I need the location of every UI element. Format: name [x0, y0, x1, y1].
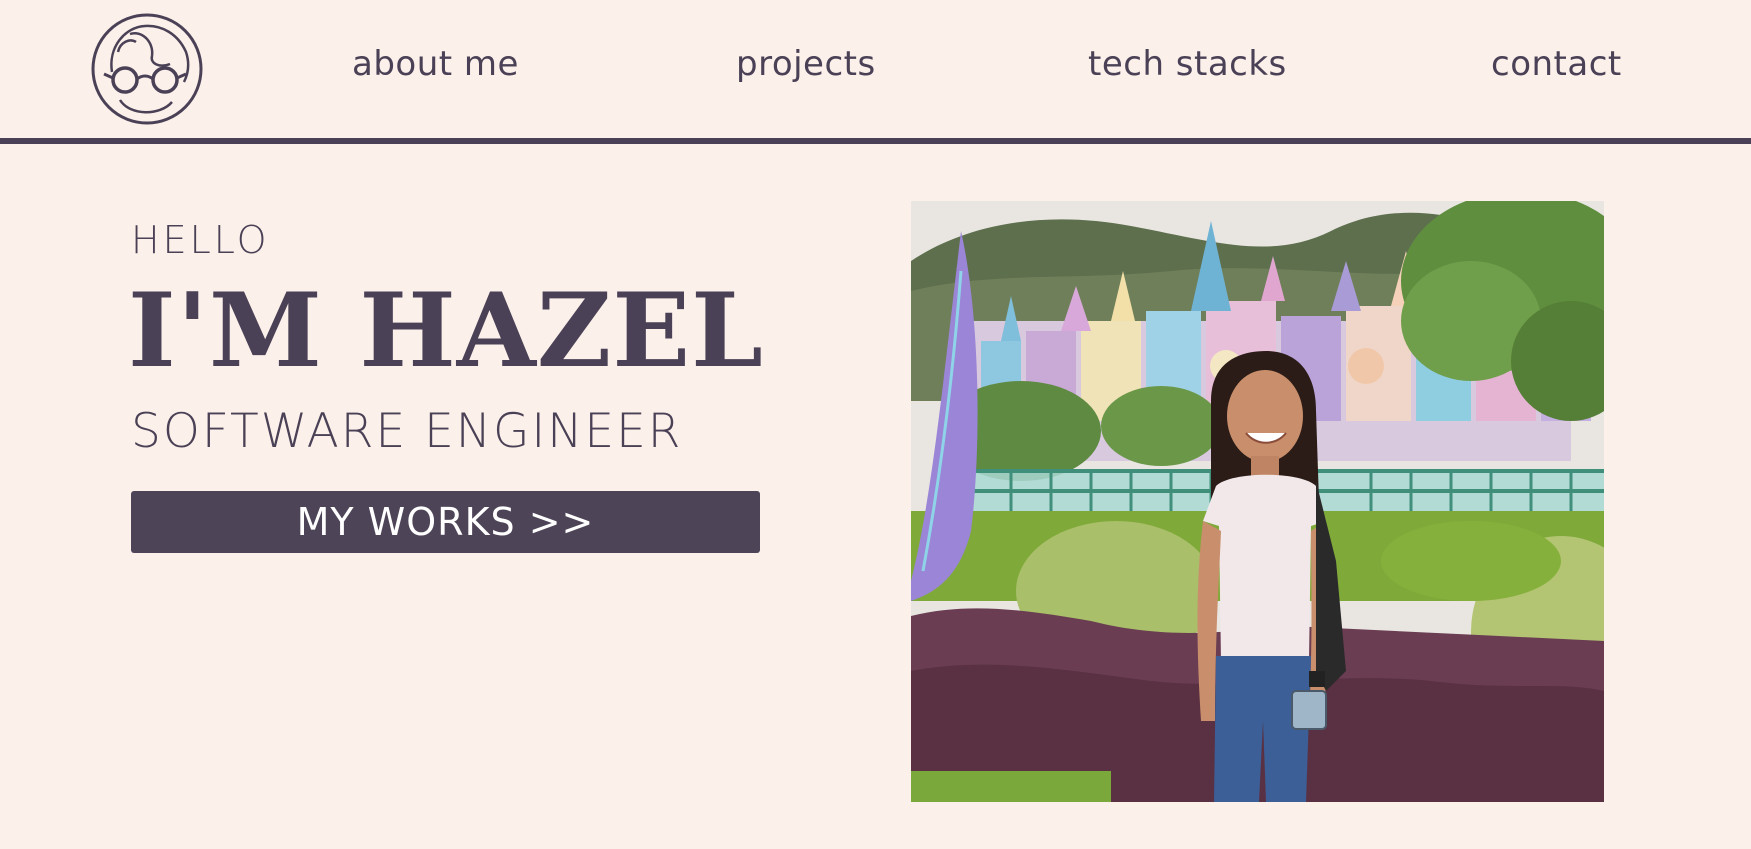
nav-tech-stacks-link[interactable]: tech stacks [1088, 44, 1287, 84]
my-works-button[interactable]: MY WORKS >> [131, 491, 760, 553]
hero-greeting: HELLO [131, 218, 270, 262]
nav-projects-link[interactable]: projects [736, 44, 876, 84]
hero-role: SOFTWARE ENGINEER [131, 404, 683, 459]
glasses-woman-logo-icon[interactable] [90, 12, 204, 126]
site-header: about me projects tech stacks contact [0, 0, 1751, 144]
hero-name: I'M HAZEL [128, 271, 764, 391]
profile-photo-illustration [911, 201, 1604, 802]
nav-contact-link[interactable]: contact [1491, 44, 1622, 84]
profile-photo [911, 201, 1604, 802]
nav-about-link[interactable]: about me [352, 44, 519, 84]
